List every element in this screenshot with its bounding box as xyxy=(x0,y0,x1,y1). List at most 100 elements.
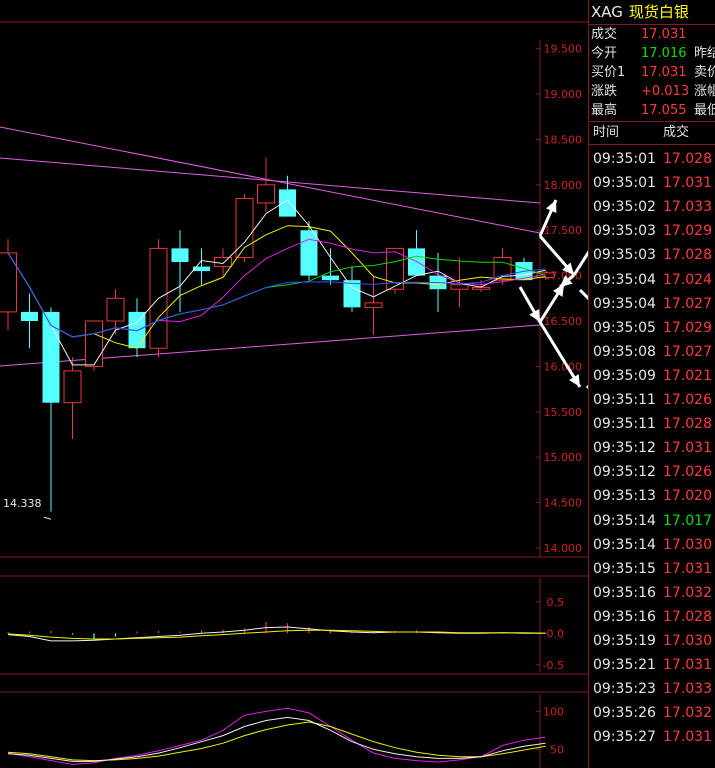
candle-body xyxy=(257,184,275,204)
time-header: 时间 xyxy=(593,125,620,140)
tick-time: 09:35:21 xyxy=(593,657,656,674)
tick-time: 09:35:01 xyxy=(593,151,656,167)
candle-body xyxy=(364,302,383,308)
price-tick-label: 17.500 xyxy=(544,224,583,237)
tick-price: 17.031 xyxy=(663,729,712,746)
tick-time: 09:35:27 xyxy=(593,729,656,746)
macd-dea-line xyxy=(7,629,546,640)
tick-time: 09:35:04 xyxy=(593,271,656,288)
tick-time: 09:35:19 xyxy=(593,633,656,649)
tick-row: 09:35:11 17.026 xyxy=(589,388,715,412)
price-tick-label: 18.500 xyxy=(544,133,583,146)
tick-row: 09:35:05 17.029 xyxy=(589,316,715,340)
tick-row: 09:35:14 17.030 xyxy=(589,533,715,557)
tick-time: 09:35:26 xyxy=(593,705,656,722)
price-tick-label: 16.500 xyxy=(544,315,583,328)
tick-price: 17.031 xyxy=(663,657,712,674)
tick-price: 17.031 xyxy=(663,440,712,457)
tick-row: 09:35:01 17.028 xyxy=(589,147,715,171)
tick-time: 09:35:16 xyxy=(593,584,656,601)
tick-time: 09:35:08 xyxy=(593,343,656,360)
quote-row: 今开 17.016 昨结 xyxy=(589,44,715,63)
candle-body xyxy=(343,280,361,308)
tick-time: 09:35:12 xyxy=(593,464,656,481)
candle-body xyxy=(214,256,232,268)
tick-row: 09:35:21 17.031 xyxy=(589,653,715,677)
candle-body xyxy=(322,275,339,281)
candle-body xyxy=(279,189,296,217)
tick-time: 09:35:01 xyxy=(593,175,656,192)
quote-row: 最高 17.055 最低 xyxy=(589,101,715,120)
instrument-code: XAG xyxy=(591,3,623,21)
support-trendline xyxy=(0,324,541,367)
macd-tick-label: 0.0 xyxy=(547,627,565,640)
quote-value: 17.055 xyxy=(641,103,687,118)
quote-label: 成交 xyxy=(591,27,618,42)
instrument-title: XAG 现货白银 xyxy=(589,0,715,25)
tick-price: 17.032 xyxy=(663,584,712,601)
quote-row: 买价1 17.031 卖价 xyxy=(589,63,715,82)
quote-value: 17.031 xyxy=(641,65,687,80)
candle-body xyxy=(21,311,38,321)
kdj-j-line xyxy=(7,716,546,762)
quote-value: +0.013 xyxy=(641,84,690,99)
quote-row: 涨跌 +0.013 涨幅 xyxy=(589,82,715,101)
tick-row: 09:35:12 17.026 xyxy=(589,460,715,484)
tick-price: 17.028 xyxy=(663,151,712,167)
tick-row: 09:35:09 17.021 xyxy=(589,364,715,388)
candle-body xyxy=(171,248,189,262)
macd-tick-label: -0.5 xyxy=(543,659,564,672)
tick-row: 09:35:01 17.031 xyxy=(589,171,715,195)
quote-value: 17.016 xyxy=(641,46,687,61)
tick-price: 17.026 xyxy=(663,464,712,481)
tick-time: 09:35:02 xyxy=(593,199,656,216)
tick-time: 09:35:09 xyxy=(593,367,656,384)
tick-price: 17.027 xyxy=(663,295,712,312)
quote-label: 涨幅 xyxy=(694,84,715,99)
tick-price: 17.029 xyxy=(663,319,712,336)
quote-value: 17.031 xyxy=(641,27,687,42)
tick-row: 09:35:12 17.031 xyxy=(589,436,715,460)
tick-row: 09:35:11 17.028 xyxy=(589,412,715,436)
tick-time: 09:35:05 xyxy=(593,319,656,336)
price-tick-label: 15.000 xyxy=(544,451,583,464)
tick-row: 09:35:08 17.027 xyxy=(589,340,715,364)
tick-row: 09:35:16 17.032 xyxy=(589,581,715,605)
low-annotation-label: 14.338 xyxy=(3,497,42,510)
price-tick-label: 19.500 xyxy=(544,43,583,56)
tick-row: 09:35:04 17.024 xyxy=(589,268,715,292)
tick-price: 17.031 xyxy=(663,175,712,192)
tick-row: 09:35:15 17.031 xyxy=(589,557,715,581)
price-tick-label: 19.000 xyxy=(544,88,583,101)
tick-price: 17.024 xyxy=(663,271,712,288)
tick-row: 09:35:26 17.032 xyxy=(589,701,715,725)
tick-row: 09:35:13 17.020 xyxy=(589,484,715,508)
quote-label: 昨结 xyxy=(694,46,715,61)
candle-body xyxy=(300,230,318,276)
price-tick-label: 15.500 xyxy=(544,406,583,419)
tick-row: 09:35:19 17.030 xyxy=(589,629,715,653)
tick-price: 17.031 xyxy=(663,560,712,577)
tick-price: 17.030 xyxy=(663,536,712,553)
arrow-shaft xyxy=(578,288,588,301)
price-header: 成交 xyxy=(663,125,690,140)
instrument-name: 现货白银 xyxy=(628,3,689,21)
divider xyxy=(589,144,715,145)
tick-row: 09:35:03 17.029 xyxy=(589,219,715,243)
tick-row: 09:35:03 17.028 xyxy=(589,243,715,267)
tick-price: 17.028 xyxy=(663,247,712,264)
tick-time: 09:35:14 xyxy=(593,536,656,553)
tick-price: 17.032 xyxy=(663,705,712,722)
price-tick-label: 14.000 xyxy=(544,542,583,555)
tick-row: 09:35:16 17.028 xyxy=(589,605,715,629)
candle-body xyxy=(106,297,125,322)
tick-time: 09:35:11 xyxy=(593,416,656,433)
quote-label: 涨跌 xyxy=(591,84,618,99)
kdj-k-line xyxy=(7,707,546,765)
tick-row: 09:35:27 17.031 xyxy=(589,725,715,749)
quote-label: 最高 xyxy=(591,103,618,118)
tick-row: 09:35:14 17.017 xyxy=(589,509,715,533)
tick-price: 17.027 xyxy=(663,343,712,360)
price-tick-label: 14.500 xyxy=(544,497,583,510)
tick-price: 17.026 xyxy=(663,392,712,408)
